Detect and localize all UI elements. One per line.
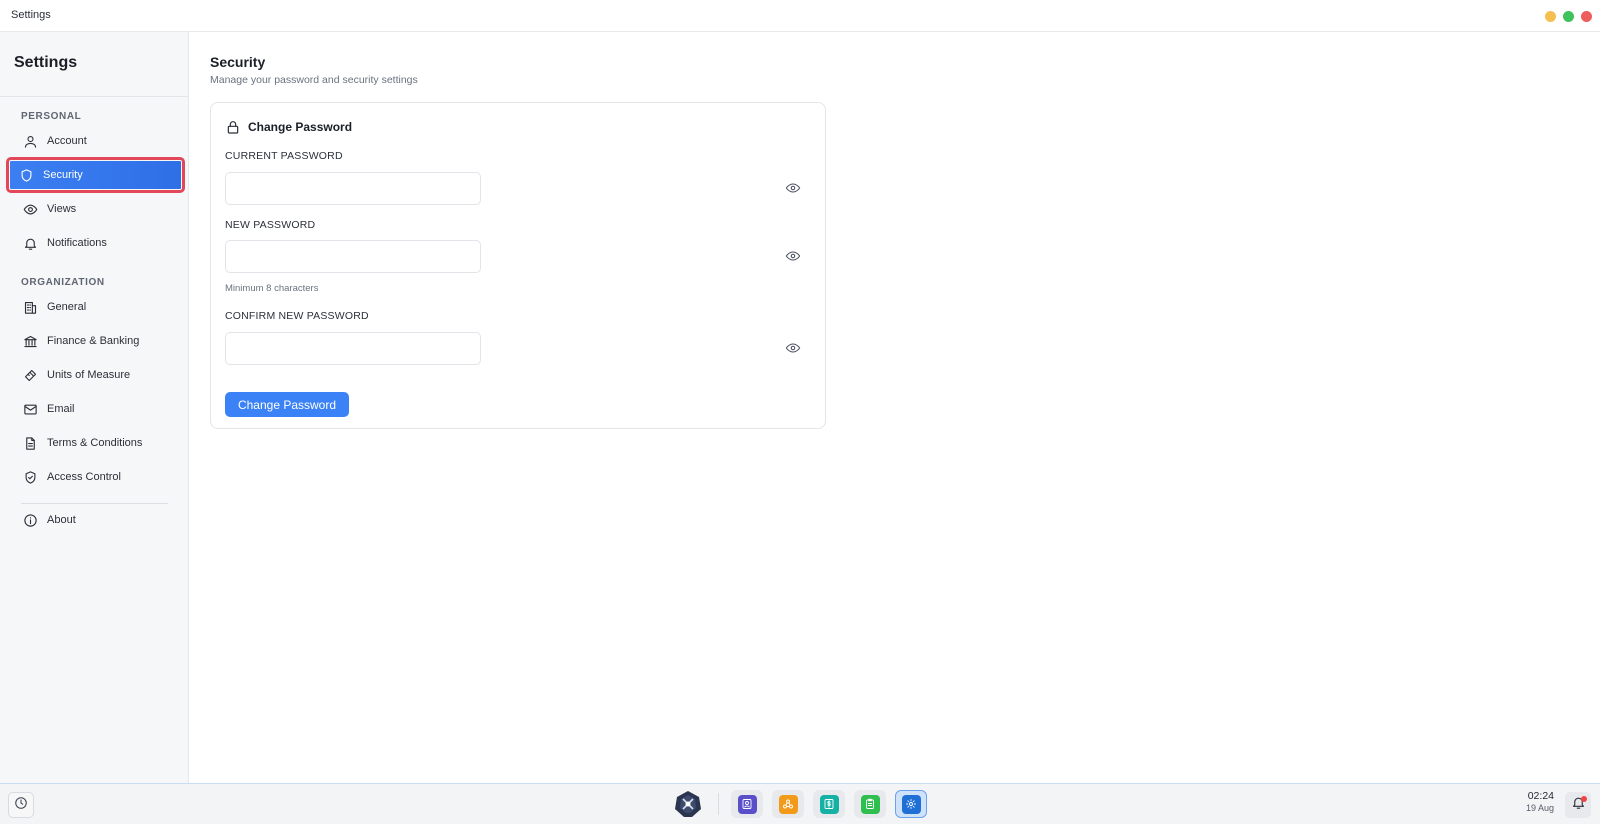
window-controls bbox=[1545, 11, 1592, 22]
eye-icon bbox=[23, 202, 38, 217]
change-password-card: Change Password CURRENT PASSWORD NEW PAS… bbox=[210, 102, 826, 429]
system-clock[interactable]: 02:24 19 Aug bbox=[1504, 790, 1554, 813]
confirm-password-input[interactable] bbox=[225, 332, 481, 365]
sidebar-item-email[interactable]: Email bbox=[14, 395, 182, 423]
sidebar-item-label: Finance & Banking bbox=[47, 335, 140, 347]
sidebar: Settings PERSONAL Account Security Views… bbox=[0, 32, 189, 783]
toggle-current-password-visibility-eye-icon[interactable] bbox=[785, 180, 801, 196]
sidebar-item-label: Views bbox=[47, 203, 77, 215]
finance-app-icon bbox=[819, 794, 839, 814]
page-subtitle: Manage your password and security settin… bbox=[210, 74, 418, 86]
minimize-button[interactable] bbox=[1545, 11, 1556, 22]
sidebar-item-units-of-measure[interactable]: Units of Measure bbox=[14, 361, 182, 389]
dock-app-network[interactable] bbox=[772, 790, 804, 818]
sidebar-item-label: Security bbox=[43, 169, 83, 181]
dock-app-finance[interactable] bbox=[813, 790, 845, 818]
new-password-input[interactable] bbox=[225, 240, 481, 273]
sidebar-item-label: Terms & Conditions bbox=[47, 437, 143, 449]
lock-icon bbox=[225, 119, 241, 135]
dock-app-clipboard[interactable] bbox=[854, 790, 886, 818]
contacts-app-icon bbox=[737, 794, 757, 814]
shield-icon bbox=[19, 168, 34, 183]
notification-badge bbox=[1581, 796, 1587, 802]
sidebar-title: Settings bbox=[14, 54, 78, 71]
mail-icon bbox=[23, 402, 38, 417]
clock-history-icon bbox=[14, 796, 28, 815]
brand-logo-icon[interactable] bbox=[674, 790, 702, 818]
sidebar-item-label: About bbox=[47, 514, 76, 526]
change-password-button[interactable]: Change Password bbox=[225, 392, 349, 417]
new-password-hint: Minimum 8 characters bbox=[225, 283, 319, 294]
toggle-confirm-password-visibility-eye-icon[interactable] bbox=[785, 340, 801, 356]
sidebar-item-access-control[interactable]: Access Control bbox=[14, 463, 182, 491]
bell-icon bbox=[23, 236, 38, 251]
taskbar: 02:24 19 Aug bbox=[0, 783, 1600, 824]
sidebar-item-about[interactable]: About bbox=[14, 506, 182, 534]
title-bar: Settings bbox=[0, 0, 1600, 32]
sidebar-item-terms-conditions[interactable]: Terms & Conditions bbox=[14, 429, 182, 457]
card-title: Change Password bbox=[225, 119, 352, 135]
dock-app-settings[interactable] bbox=[895, 790, 927, 818]
main-content: Security Manage your password and securi… bbox=[189, 32, 1600, 783]
ruler-icon bbox=[23, 368, 38, 383]
page-title: Security bbox=[210, 54, 266, 70]
clock-time: 02:24 bbox=[1527, 790, 1554, 802]
section-label-organization: ORGANIZATION bbox=[21, 277, 105, 288]
app-dock bbox=[674, 789, 936, 819]
confirm-password-label: CONFIRM NEW PASSWORD bbox=[225, 310, 369, 322]
clock-date: 19 Aug bbox=[1525, 803, 1554, 813]
window-title: Settings bbox=[11, 9, 51, 21]
card-title-text: Change Password bbox=[248, 120, 353, 134]
current-password-input[interactable] bbox=[225, 172, 481, 205]
sidebar-item-views[interactable]: Views bbox=[14, 195, 182, 223]
new-password-label: NEW PASSWORD bbox=[225, 219, 316, 231]
maximize-button[interactable] bbox=[1563, 11, 1574, 22]
settings-app-icon bbox=[901, 794, 921, 814]
document-icon bbox=[23, 436, 38, 451]
sidebar-item-label: Access Control bbox=[47, 471, 121, 483]
shield-check-icon bbox=[23, 470, 38, 485]
sidebar-item-notifications[interactable]: Notifications bbox=[14, 229, 182, 257]
sidebar-item-account[interactable]: Account bbox=[14, 127, 182, 155]
sidebar-item-label: Notifications bbox=[47, 237, 107, 249]
history-button[interactable] bbox=[8, 792, 34, 818]
notifications-button[interactable] bbox=[1565, 792, 1591, 818]
clipboard-app-icon bbox=[860, 794, 880, 814]
sidebar-item-finance-banking[interactable]: Finance & Banking bbox=[14, 327, 182, 355]
sidebar-item-label: Units of Measure bbox=[47, 369, 131, 381]
toggle-new-password-visibility-eye-icon[interactable] bbox=[785, 248, 801, 264]
sidebar-item-label: Account bbox=[47, 135, 87, 147]
info-icon bbox=[23, 513, 38, 528]
sidebar-header: Settings bbox=[0, 32, 188, 97]
dock-app-contacts[interactable] bbox=[731, 790, 763, 818]
bank-icon bbox=[23, 334, 38, 349]
section-label-personal: PERSONAL bbox=[21, 111, 82, 122]
sidebar-item-security[interactable]: Security bbox=[6, 157, 185, 193]
sidebar-item-general[interactable]: General bbox=[14, 293, 182, 321]
network-app-icon bbox=[778, 794, 798, 814]
current-password-label: CURRENT PASSWORD bbox=[225, 150, 343, 162]
sidebar-divider bbox=[21, 503, 168, 504]
dock-separator bbox=[718, 793, 719, 815]
sidebar-item-label: Email bbox=[47, 403, 75, 415]
building-icon bbox=[23, 300, 38, 315]
sidebar-item-label: General bbox=[47, 301, 87, 313]
close-button[interactable] bbox=[1581, 11, 1592, 22]
user-icon bbox=[23, 134, 38, 149]
